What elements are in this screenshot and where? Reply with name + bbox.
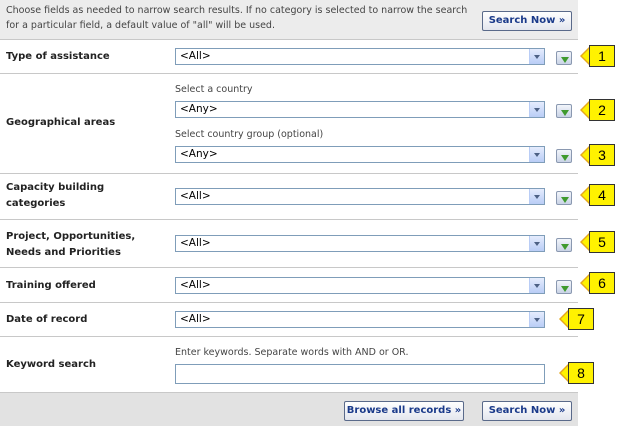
callout-5: 5 [580,231,616,253]
row-date-of-record: Date of record <All> [0,302,578,336]
row-keyword-search: Keyword search Enter keywords. Separate … [0,336,578,392]
callout-8: 8 [559,362,595,384]
project-opportunities-label: Project, Opportunities, Needs and Priori… [6,231,136,258]
country-hint: Select a country [175,84,253,95]
callout-number: 5 [589,231,615,253]
add-selection-icon[interactable] [556,104,572,118]
row-project-opportunities: Project, Opportunities, Needs and Priori… [0,219,578,267]
callout-number: 6 [589,272,615,294]
intro-text: Choose fields as needed to narrow search… [6,5,468,31]
row-training-offered: Training offered <All> [0,267,578,302]
callout-number: 2 [589,99,615,121]
type-of-assistance-select[interactable]: <All> [175,48,545,65]
geographical-areas-label: Geographical areas [6,117,116,128]
search-now-button-bottom[interactable]: Search Now » [482,401,572,421]
type-of-assistance-label: Type of assistance [6,51,110,62]
callout-4: 4 [580,184,616,206]
callout-number: 7 [568,308,594,330]
project-opportunities-select[interactable]: <All> [175,235,545,252]
project-opportunities-value: <All> [180,237,211,249]
dropdown-arrow-icon[interactable] [529,312,544,327]
callout-number: 4 [589,184,615,206]
dropdown-arrow-icon[interactable] [529,147,544,162]
callout-number: 8 [568,362,594,384]
country-group-select[interactable]: <Any> [175,146,545,163]
callout-number: 1 [589,45,615,67]
row-type-of-assistance: Type of assistance <All> [0,39,578,73]
callout-1: 1 [580,45,616,67]
add-selection-icon[interactable] [556,280,572,294]
add-selection-icon[interactable] [556,191,572,205]
training-offered-select[interactable]: <All> [175,277,545,294]
keyword-search-label: Keyword search [6,359,97,370]
country-select[interactable]: <Any> [175,101,545,118]
row-capacity-building: Capacity building categories <All> [0,173,578,219]
capacity-building-label: Capacity building categories [6,182,105,209]
add-selection-icon[interactable] [556,238,572,252]
callout-3: 3 [580,144,616,166]
dropdown-arrow-icon[interactable] [529,236,544,251]
training-offered-label: Training offered [6,280,96,291]
dropdown-arrow-icon[interactable] [529,189,544,204]
keyword-search-input[interactable] [175,364,545,384]
add-selection-icon[interactable] [556,51,572,65]
date-of-record-select[interactable]: <All> [175,311,545,328]
country-group-value: <Any> [180,148,218,160]
search-now-button-top[interactable]: Search Now » [482,11,572,31]
date-of-record-value: <All> [180,313,211,325]
dropdown-arrow-icon[interactable] [529,278,544,293]
callout-6: 6 [580,272,616,294]
type-of-assistance-value: <All> [180,50,211,62]
dropdown-arrow-icon[interactable] [529,49,544,64]
capacity-building-value: <All> [180,190,211,202]
country-value: <Any> [180,103,218,115]
country-group-hint: Select country group (optional) [175,129,324,140]
callout-number: 3 [589,144,615,166]
browse-all-records-button[interactable]: Browse all records » [344,401,464,421]
add-selection-icon[interactable] [556,149,572,163]
date-of-record-label: Date of record [6,314,88,325]
callout-2: 2 [580,99,616,121]
callout-7: 7 [559,308,595,330]
dropdown-arrow-icon[interactable] [529,102,544,117]
capacity-building-select[interactable]: <All> [175,188,545,205]
training-offered-value: <All> [180,279,211,291]
keyword-hint: Enter keywords. Separate words with AND … [175,347,409,358]
row-geographical-areas: Geographical areas Select a country <Any… [0,73,578,173]
